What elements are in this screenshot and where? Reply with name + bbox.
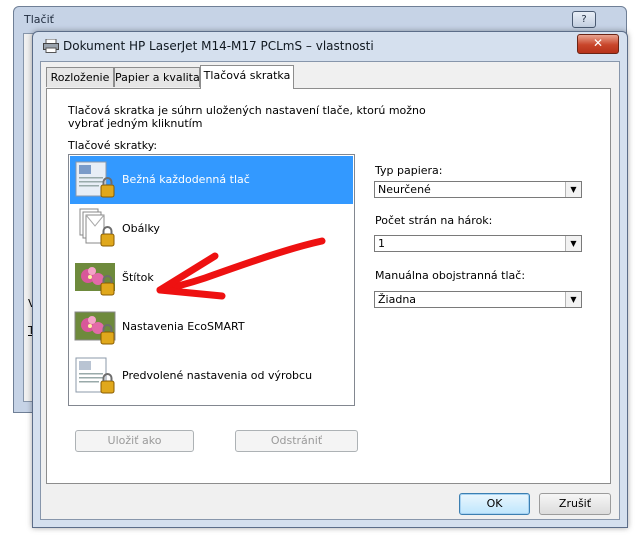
pages-per-sheet-select[interactable]: 1 ▼ xyxy=(374,235,582,252)
tab-tlacova-skratka[interactable]: Tlačová skratka xyxy=(200,65,294,89)
window-title: Dokument HP LaserJet M14-M17 PCLmS – vla… xyxy=(63,39,374,53)
tab-panel: Tlačová skratka je súhrn uložených nasta… xyxy=(46,88,611,484)
printer-properties-window: Dokument HP LaserJet M14-M17 PCLmS – vla… xyxy=(32,31,628,528)
tab-papier-a-kvalita[interactable]: Papier a kvalita xyxy=(114,67,200,87)
paper-type-select[interactable]: Neurčené ▼ xyxy=(374,181,582,198)
paper-type-value: Neurčené xyxy=(378,183,431,196)
shortcuts-label: Tlačové skratky: xyxy=(68,139,158,152)
envelope-lock-icon xyxy=(79,208,115,247)
printer-icon xyxy=(43,39,59,53)
shortcut-item-everyday[interactable]: Bežná každodenná tlač xyxy=(70,156,353,204)
shortcut-item-label-stitok[interactable]: Štítok xyxy=(70,254,353,302)
shortcut-item-label: Štítok xyxy=(122,271,154,284)
shortcut-item-factory-defaults[interactable]: Predvolené nastavenia od výrobcu xyxy=(70,352,353,400)
document-lock-icon xyxy=(75,161,115,198)
shortcut-item-envelopes[interactable]: Obálky xyxy=(70,205,353,253)
document-lock-icon xyxy=(75,357,115,394)
chevron-down-icon: ▼ xyxy=(565,182,581,197)
duplex-label: Manuálna obojstranná tlač: xyxy=(375,269,526,282)
window-client-area: Rozloženie Papier a kvalita Tlačová skra… xyxy=(40,61,620,520)
pages-per-sheet-label: Počet strán na hárok: xyxy=(375,214,493,227)
print-dialog-title: Tlačiť xyxy=(24,13,54,26)
photo-lock-icon xyxy=(75,263,115,296)
title-bar[interactable]: Dokument HP LaserJet M14-M17 PCLmS – vla… xyxy=(33,32,627,60)
delete-button[interactable]: Odstrániť xyxy=(235,430,358,452)
shortcut-item-label: Obálky xyxy=(122,222,160,235)
tab-rozlozenie[interactable]: Rozloženie xyxy=(46,67,114,87)
shortcut-item-label: Nastavenia EcoSMART xyxy=(122,320,245,333)
shortcut-list[interactable]: Bežná každodenná tlač Obálky Štítok Nast… xyxy=(68,154,355,406)
close-button[interactable]: ✕ xyxy=(577,34,619,54)
photo-lock-icon xyxy=(74,311,116,345)
help-button[interactable]: ? xyxy=(572,11,596,28)
duplex-value: Žiadna xyxy=(378,293,417,306)
pages-per-sheet-value: 1 xyxy=(378,237,385,250)
paper-type-label: Typ papiera: xyxy=(375,164,443,177)
shortcut-item-ecosmart[interactable]: Nastavenia EcoSMART xyxy=(70,303,353,351)
chevron-down-icon: ▼ xyxy=(565,292,581,307)
shortcut-description: Tlačová skratka je súhrn uložených nasta… xyxy=(68,104,426,130)
save-as-button[interactable]: Uložiť ako xyxy=(75,430,194,452)
ok-button[interactable]: OK xyxy=(459,493,530,515)
shortcut-item-label: Predvolené nastavenia od výrobcu xyxy=(122,369,313,382)
cancel-button[interactable]: Zrušiť xyxy=(539,493,611,515)
duplex-select[interactable]: Žiadna ▼ xyxy=(374,291,582,308)
chevron-down-icon: ▼ xyxy=(565,236,581,251)
shortcut-item-label: Bežná každodenná tlač xyxy=(122,173,250,186)
